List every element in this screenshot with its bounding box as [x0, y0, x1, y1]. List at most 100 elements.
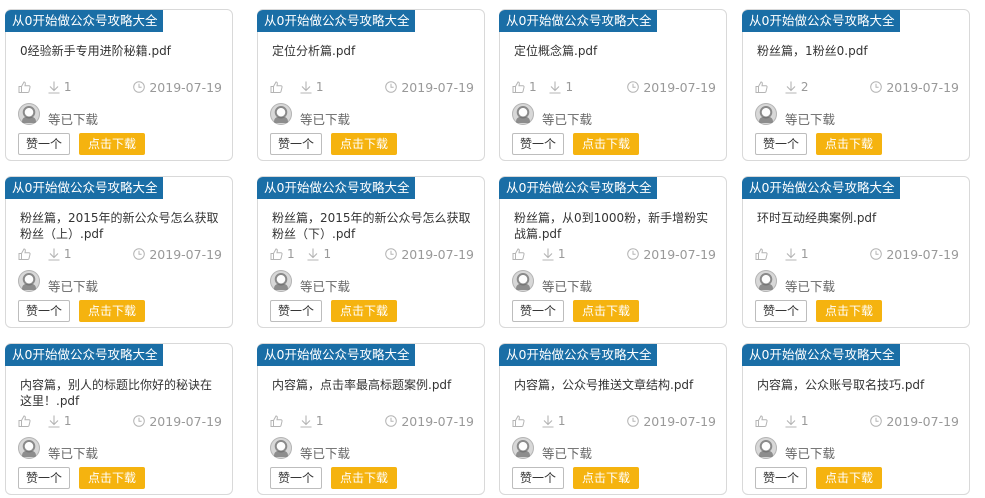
download-button[interactable]: 点击下载 — [573, 133, 639, 155]
resource-card[interactable]: 从0开始做公众号攻略大全 0经验新手专用进阶秘籍.pdf 1 2019-07-1… — [5, 9, 233, 161]
file-title[interactable]: 粉丝篇，2015年的新公众号怎么获取粉丝（下）.pdf — [272, 210, 472, 242]
download-button[interactable]: 点击下载 — [331, 300, 397, 322]
like-count — [755, 246, 772, 262]
download-count: 1 — [48, 79, 71, 95]
category-tag[interactable]: 从0开始做公众号攻略大全 — [5, 177, 164, 199]
download-button[interactable]: 点击下载 — [816, 133, 882, 155]
download-button[interactable]: 点击下载 — [79, 300, 145, 322]
thumbs-up-icon — [270, 248, 283, 260]
like-button[interactable]: 赞一个 — [18, 300, 70, 322]
download-count: 1 — [549, 79, 573, 95]
resource-card[interactable]: 从0开始做公众号攻略大全 内容篇，点击率最高标题案例.pdf 1 2019-07… — [257, 343, 485, 495]
avatar[interactable] — [755, 103, 777, 125]
downloaded-text: 等已下载 — [48, 111, 99, 127]
resource-card[interactable]: 从0开始做公众号攻略大全 粉丝篇，1粉丝0.pdf 2 2019-07-19 等… — [742, 9, 970, 161]
download-arrow-icon — [307, 248, 319, 261]
category-tag[interactable]: 从0开始做公众号攻略大全 — [742, 344, 901, 366]
like-button[interactable]: 赞一个 — [512, 467, 564, 489]
resource-card[interactable]: 从0开始做公众号攻略大全 定位分析篇.pdf 1 2019-07-19 等已下载… — [257, 9, 485, 161]
file-title[interactable]: 内容篇，公众号推送文章结构.pdf — [514, 377, 714, 393]
clock-icon — [870, 415, 883, 427]
like-button[interactable]: 赞一个 — [18, 467, 70, 489]
card-meta: 1 1 2019-07-19 — [270, 246, 474, 262]
category-tag[interactable]: 从0开始做公众号攻略大全 — [499, 10, 658, 32]
file-title[interactable]: 粉丝篇，从0到1000粉，新手增粉实战篇.pdf — [514, 210, 714, 242]
file-title[interactable]: 粉丝篇，1粉丝0.pdf — [757, 43, 957, 59]
download-button[interactable]: 点击下载 — [331, 467, 397, 489]
download-button[interactable]: 点击下载 — [79, 467, 145, 489]
category-tag[interactable]: 从0开始做公众号攻略大全 — [257, 10, 416, 32]
download-button[interactable]: 点击下载 — [816, 300, 882, 322]
avatar[interactable] — [512, 437, 534, 459]
card-meta: 1 2019-07-19 — [18, 413, 222, 429]
category-tag[interactable]: 从0开始做公众号攻略大全 — [499, 344, 658, 366]
download-arrow-icon — [785, 81, 797, 94]
file-title[interactable]: 定位分析篇.pdf — [272, 43, 472, 59]
download-button[interactable]: 点击下载 — [79, 133, 145, 155]
avatar[interactable] — [18, 103, 40, 125]
file-title[interactable]: 0经验新手专用进阶秘籍.pdf — [20, 43, 220, 59]
file-title[interactable]: 内容篇，别人的标题比你好的秘诀在这里！.pdf — [20, 377, 220, 409]
resource-card[interactable]: 从0开始做公众号攻略大全 内容篇，公众号推送文章结构.pdf 1 2019-07… — [499, 343, 727, 495]
upload-date: 2019-07-19 — [627, 413, 716, 429]
avatar[interactable] — [755, 437, 777, 459]
like-button[interactable]: 赞一个 — [270, 133, 322, 155]
file-title[interactable]: 内容篇，公众账号取名技巧.pdf — [757, 377, 957, 393]
avatar[interactable] — [18, 437, 40, 459]
avatar[interactable] — [270, 270, 292, 292]
avatar[interactable] — [512, 103, 534, 125]
like-button[interactable]: 赞一个 — [18, 133, 70, 155]
resource-card[interactable]: 从0开始做公众号攻略大全 粉丝篇，2015年的新公众号怎么获取粉丝（下）.pdf… — [257, 176, 485, 328]
file-title[interactable]: 内容篇，点击率最高标题案例.pdf — [272, 377, 472, 393]
like-button[interactable]: 赞一个 — [512, 133, 564, 155]
resource-card[interactable]: 从0开始做公众号攻略大全 环时互动经典案例.pdf 1 2019-07-19 等… — [742, 176, 970, 328]
download-count-value: 1 — [315, 80, 324, 94]
download-button[interactable]: 点击下载 — [816, 467, 882, 489]
download-count: 1 — [48, 246, 71, 262]
category-tag[interactable]: 从0开始做公众号攻略大全 — [742, 177, 901, 199]
like-count — [18, 79, 35, 95]
avatar[interactable] — [270, 103, 292, 125]
like-button[interactable]: 赞一个 — [270, 300, 322, 322]
upload-date: 2019-07-19 — [133, 79, 222, 95]
resource-card[interactable]: 从0开始做公众号攻略大全 粉丝篇，从0到1000粉，新手增粉实战篇.pdf 1 — [499, 176, 727, 328]
download-arrow-icon — [300, 415, 312, 428]
avatar[interactable] — [512, 270, 534, 292]
category-tag[interactable]: 从0开始做公众号攻略大全 — [742, 10, 901, 32]
upload-date-value: 2019-07-19 — [643, 246, 716, 262]
clock-icon — [627, 81, 640, 93]
like-button[interactable]: 赞一个 — [755, 300, 807, 322]
thumbs-up-icon — [512, 81, 525, 93]
card-meta: 1 2019-07-19 — [18, 246, 222, 262]
file-title[interactable]: 环时互动经典案例.pdf — [757, 210, 957, 226]
thumbs-up-icon — [512, 248, 525, 260]
file-title[interactable]: 定位概念篇.pdf — [514, 43, 714, 59]
like-count — [512, 246, 529, 262]
category-tag[interactable]: 从0开始做公众号攻略大全 — [5, 10, 164, 32]
like-count-value: 1 — [529, 80, 537, 94]
avatar[interactable] — [18, 270, 40, 292]
download-button[interactable]: 点击下载 — [573, 300, 639, 322]
upload-date-value: 2019-07-19 — [886, 413, 959, 429]
resource-card[interactable]: 从0开始做公众号攻略大全 内容篇，别人的标题比你好的秘诀在这里！.pdf 1 2… — [5, 343, 233, 495]
file-title[interactable]: 粉丝篇，2015年的新公众号怎么获取粉丝（上）.pdf — [20, 210, 220, 242]
download-button[interactable]: 点击下载 — [573, 467, 639, 489]
avatar[interactable] — [270, 437, 292, 459]
download-button[interactable]: 点击下载 — [331, 133, 397, 155]
upload-date-value: 2019-07-19 — [401, 413, 474, 429]
category-tag[interactable]: 从0开始做公众号攻略大全 — [257, 344, 416, 366]
resource-card[interactable]: 从0开始做公众号攻略大全 粉丝篇，2015年的新公众号怎么获取粉丝（上）.pdf… — [5, 176, 233, 328]
like-button[interactable]: 赞一个 — [755, 467, 807, 489]
like-count — [18, 246, 35, 262]
avatar[interactable] — [755, 270, 777, 292]
category-tag[interactable]: 从0开始做公众号攻略大全 — [257, 177, 416, 199]
like-button[interactable]: 赞一个 — [512, 300, 564, 322]
category-tag[interactable]: 从0开始做公众号攻略大全 — [5, 344, 164, 366]
resource-card[interactable]: 从0开始做公众号攻略大全 定位概念篇.pdf 1 1 2019-07-19 等已… — [499, 9, 727, 161]
card-meta: 1 1 2019-07-19 — [512, 79, 716, 95]
like-button[interactable]: 赞一个 — [755, 133, 807, 155]
resource-card[interactable]: 从0开始做公众号攻略大全 内容篇，公众账号取名技巧.pdf 1 2019-07-… — [742, 343, 970, 495]
category-tag[interactable]: 从0开始做公众号攻略大全 — [499, 177, 658, 199]
like-button[interactable]: 赞一个 — [270, 467, 322, 489]
download-count-value: 2 — [800, 80, 809, 94]
